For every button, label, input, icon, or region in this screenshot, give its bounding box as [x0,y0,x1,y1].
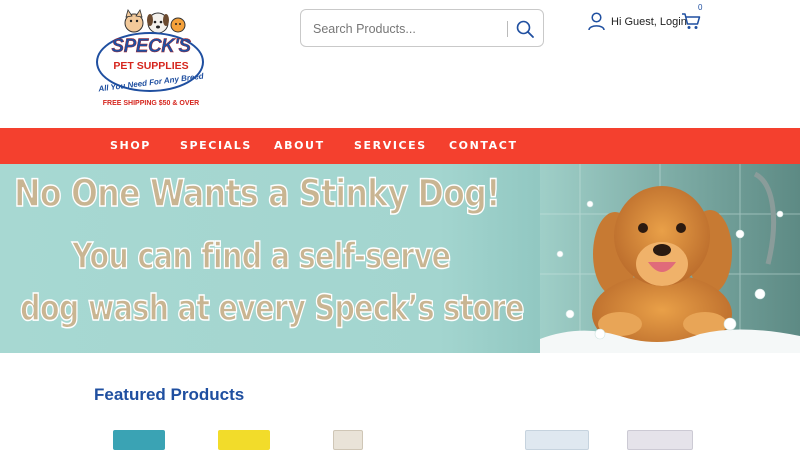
nav-item-specials[interactable]: SPECIALS [180,139,252,152]
banner-headline: No One Wants a Stinky Dog! [13,171,501,216]
cart-icon[interactable] [681,12,701,30]
product-thumbnail[interactable] [525,430,589,450]
free-shipping-note: FREE SHIPPING $50 & OVER [102,100,200,107]
nav-item-shop[interactable]: SHOP [110,139,151,152]
nav-item-services[interactable]: SERVICES [354,139,427,152]
product-thumbnail[interactable] [627,430,693,450]
page: SPECK'S PET SUPPLIES All You Need For An… [0,0,800,450]
search-input[interactable] [313,19,503,39]
product-thumbnail[interactable] [333,430,363,450]
main-nav: SHOP SPECIALS ABOUT SERVICES CONTACT [0,128,800,164]
brand-name: SPECK'S [111,36,191,57]
nav-item-contact[interactable]: CONTACT [449,139,518,152]
banner-line-2: You can find a self-serve [71,235,451,278]
product-thumbnail[interactable] [113,430,165,450]
banner-line-3: dog wash at every Speck’s store [19,287,525,330]
golden-retriever-bath-image [540,164,800,353]
search-divider [507,21,508,37]
login-link[interactable]: Hi Guest, Login [611,16,687,28]
featured-products-heading: Featured Products [94,385,245,404]
product-thumbnail[interactable] [218,430,270,450]
brand-subtitle: PET SUPPLIES [113,60,189,72]
search-box [300,9,544,47]
nav-item-about[interactable]: ABOUT [274,139,325,152]
site-header: SPECK'S PET SUPPLIES All You Need For An… [0,0,800,128]
brand-logo[interactable]: SPECK'S PET SUPPLIES All You Need For An… [92,6,210,112]
search-icon[interactable] [515,19,535,39]
user-icon[interactable] [588,12,605,31]
cart-count-badge: 0 [698,3,703,12]
hero-banner[interactable]: No One Wants a Stinky Dog! You can find … [0,164,800,353]
